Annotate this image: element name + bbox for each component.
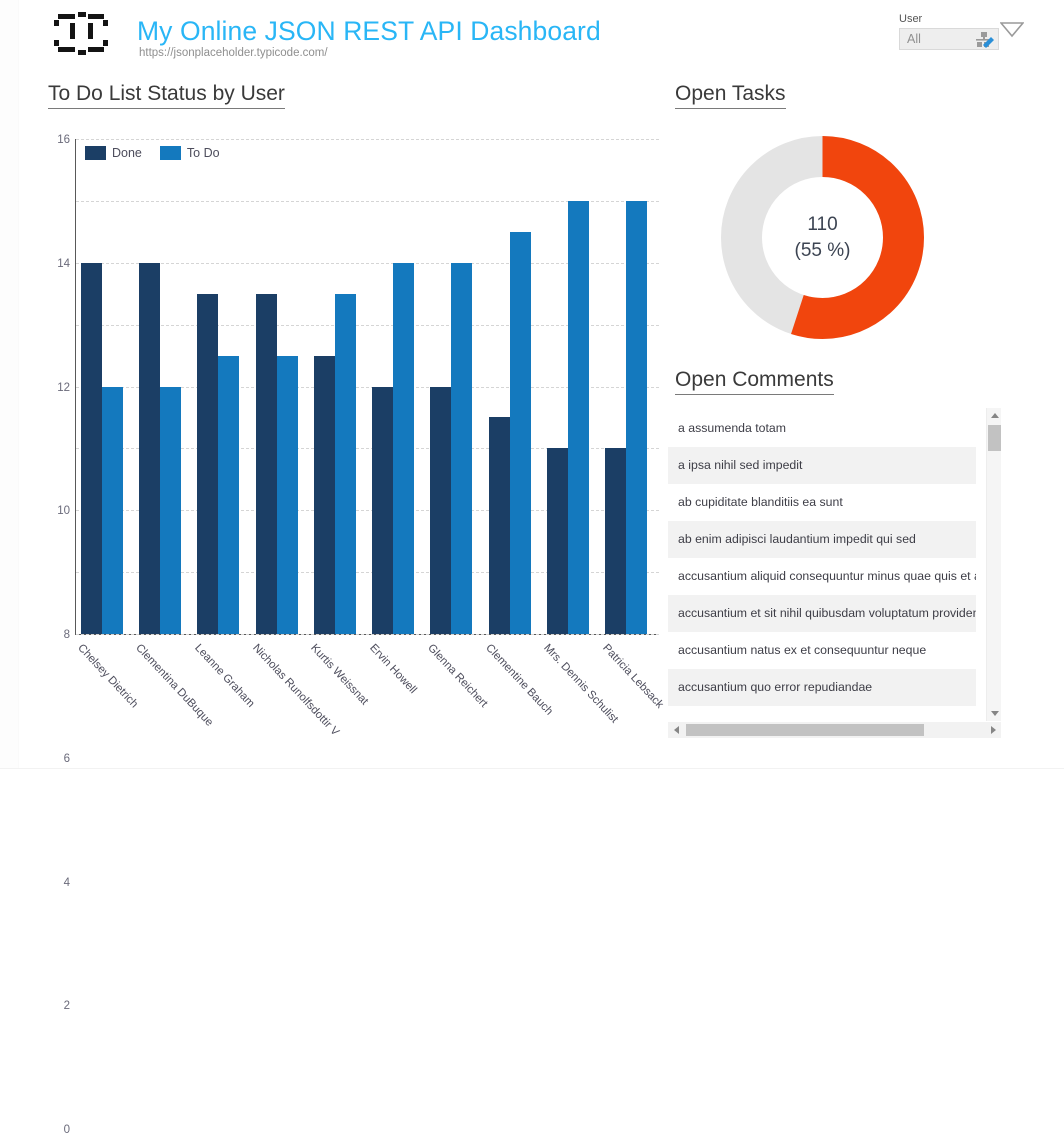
open-comments-heading: Open Comments (675, 368, 834, 395)
legend-swatch-todo (160, 146, 181, 160)
page-header: My Online JSON REST API Dashboard https:… (0, 0, 1064, 66)
arrow-left-glyph (674, 726, 679, 734)
page-subtitle-url: https://jsonplaceholder.typicode.com/ (139, 47, 328, 59)
bar-done[interactable] (81, 263, 102, 634)
bar-todo[interactable] (277, 356, 298, 634)
user-slicer-label: User (899, 13, 1001, 26)
y-axis-tick-label: 10 (57, 505, 76, 517)
y-axis-tick-label: 2 (64, 1000, 76, 1012)
scroll-left-arrow-icon[interactable] (668, 722, 684, 738)
bar-group (81, 139, 129, 634)
y-axis-tick-label: 0 (64, 1124, 76, 1136)
bar-todo[interactable] (510, 232, 531, 634)
bar-todo[interactable] (102, 387, 123, 635)
chevron-down-icon[interactable] (1000, 22, 1024, 38)
comments-vertical-scrollbar[interactable] (986, 408, 1001, 721)
open-comments-list[interactable]: a assumenda totama ipsa nihil sed impedi… (668, 410, 993, 720)
x-axis-tick-label: Chelsey Dietrich (75, 642, 140, 710)
scroll-down-arrow-icon[interactable] (987, 706, 1002, 721)
x-axis-tick-label: Patricia Lebsack (600, 642, 665, 711)
y-axis-tick-label: 4 (64, 877, 76, 889)
legend-swatch-done (85, 146, 106, 160)
list-item[interactable]: ab cupiditate blanditiis ea sunt (668, 484, 976, 521)
arrow-right-glyph (991, 726, 996, 734)
bar-todo[interactable] (626, 201, 647, 634)
clear-filter-icon[interactable] (976, 32, 994, 48)
page-left-margin (0, 0, 19, 768)
bar-group (372, 139, 420, 634)
open-comments-rows: a assumenda totama ipsa nihil sed impedi… (668, 410, 976, 720)
horizontal-scrollbar-thumb[interactable] (686, 724, 924, 736)
bar-group (197, 139, 245, 634)
x-axis-tick-label: Leanne Graham (192, 642, 256, 710)
bar-todo[interactable] (335, 294, 356, 634)
x-axis-tick-label: Kurtis Weissnat (308, 642, 370, 707)
x-axis-tick-label: Ervin Howell (367, 642, 419, 696)
y-axis-tick-label: 8 (64, 629, 76, 641)
list-item[interactable]: a assumenda totam (668, 410, 976, 447)
bar-chart-heading: To Do List Status by User (48, 82, 285, 109)
bar-chart-x-axis-labels: Chelsey DietrichClementina DuBuqueLeanne… (76, 636, 659, 756)
bar-chart-plot-area: 0246810121416 (75, 139, 659, 635)
list-item[interactable]: ab enim adipisci laudantium impedit qui … (668, 521, 976, 558)
dashboard-page: My Online JSON REST API Dashboard https:… (0, 0, 1064, 795)
bar-todo[interactable] (451, 263, 472, 634)
bar-todo[interactable] (393, 263, 414, 634)
bar-todo[interactable] (160, 387, 181, 635)
donut-svg (720, 135, 925, 340)
arrow-down-glyph (991, 711, 999, 716)
bar-done[interactable] (547, 448, 568, 634)
list-item[interactable]: accusantium quo error repudiandae (668, 669, 976, 706)
bar-done[interactable] (314, 356, 335, 634)
bar-group (430, 139, 478, 634)
vertical-scrollbar-thumb[interactable] (988, 425, 1001, 451)
user-slicer[interactable]: User All (899, 13, 1001, 50)
bar-group (139, 139, 187, 634)
bar-group (547, 139, 595, 634)
open-tasks-donut-chart: 110 (55 %) (720, 135, 925, 340)
y-axis-tick-label: 12 (57, 382, 76, 394)
bar-group (256, 139, 304, 634)
list-item[interactable]: accusantium et sit nihil quibusdam volup… (668, 595, 976, 632)
list-item[interactable]: accusantium natus ex et consequuntur neq… (668, 632, 976, 669)
legend-item-todo: To Do (160, 146, 220, 160)
open-tasks-heading: Open Tasks (675, 82, 786, 109)
comments-horizontal-scrollbar[interactable] (668, 722, 1001, 738)
bar-group (314, 139, 362, 634)
bar-done[interactable] (197, 294, 218, 634)
bar-group (605, 139, 653, 634)
scroll-right-arrow-icon[interactable] (985, 722, 1001, 738)
user-slicer-box[interactable]: All (899, 28, 999, 50)
bar-group (489, 139, 537, 634)
bar-chart-legend: Done To Do (85, 146, 230, 160)
bar-done[interactable] (372, 387, 393, 635)
bar-todo[interactable] (568, 201, 589, 634)
y-axis-tick-label: 6 (64, 753, 76, 765)
page-title: My Online JSON REST API Dashboard (137, 16, 601, 47)
list-item[interactable]: accusantium aliquid consequuntur minus q… (668, 558, 976, 595)
y-axis-tick-label: 14 (57, 258, 76, 270)
scroll-up-arrow-icon[interactable] (987, 408, 1002, 423)
bar-todo[interactable] (218, 356, 239, 634)
user-slicer-value: All (907, 32, 921, 46)
y-axis-tick-label: 16 (57, 134, 76, 146)
bar-done[interactable] (489, 417, 510, 634)
bar-done[interactable] (605, 448, 626, 634)
gridline: 0 (76, 634, 659, 635)
bar-done[interactable] (139, 263, 160, 634)
todo-status-bar-chart: 0246810121416 Done To Do Chelsey Dietric… (18, 130, 648, 380)
page-bottom-border (0, 768, 1064, 769)
list-item[interactable]: a ipsa nihil sed impedit (668, 447, 976, 484)
legend-item-done: Done (85, 146, 142, 160)
bar-chart-bars (77, 139, 659, 634)
x-axis-tick-label: Glenna Reichert (425, 642, 489, 710)
json-braces-logo-icon (52, 12, 110, 58)
legend-label-todo: To Do (187, 146, 220, 160)
legend-label-done: Done (112, 146, 142, 160)
bar-done[interactable] (256, 294, 277, 634)
bar-done[interactable] (430, 387, 451, 635)
arrow-up-glyph (991, 413, 999, 418)
